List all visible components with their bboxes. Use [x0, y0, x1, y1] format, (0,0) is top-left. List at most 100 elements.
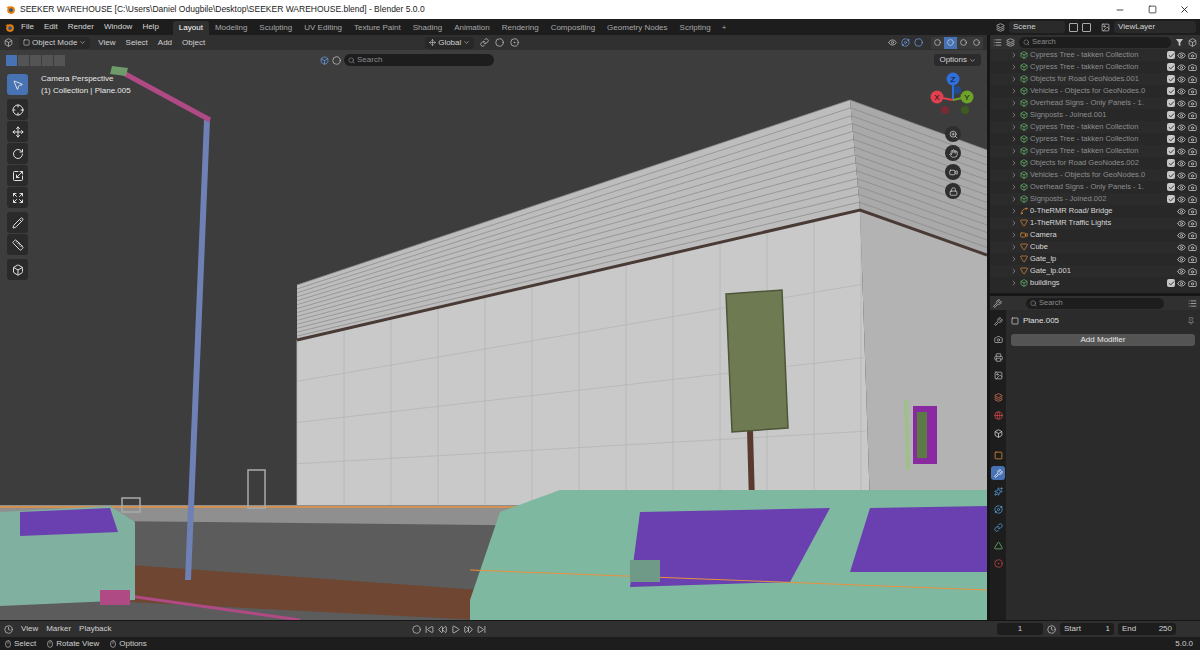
- expand-icon[interactable]: [1010, 135, 1018, 143]
- current-frame-field[interactable]: 1: [997, 623, 1043, 635]
- playback-icon[interactable]: [438, 625, 447, 634]
- timeline-menu-item[interactable]: Marker: [46, 623, 71, 635]
- exclude-checkbox[interactable]: [1167, 279, 1175, 287]
- properties-tab[interactable]: [991, 556, 1005, 570]
- expand-icon[interactable]: [1010, 159, 1018, 167]
- outliner-row[interactable]: Objects for Road GeoNodes.001: [990, 73, 1200, 85]
- properties-tab[interactable]: [991, 332, 1005, 346]
- tool-button[interactable]: [7, 143, 28, 164]
- eye-icon[interactable]: [1177, 99, 1186, 108]
- expand-icon[interactable]: [1010, 171, 1018, 179]
- tool-button[interactable]: [7, 121, 28, 142]
- exclude-checkbox[interactable]: [1167, 135, 1175, 143]
- exclude-checkbox[interactable]: [1167, 51, 1175, 59]
- viewport-menu-item[interactable]: View: [96, 37, 117, 49]
- render-camera-icon[interactable]: [1188, 243, 1197, 252]
- expand-icon[interactable]: [1010, 63, 1018, 71]
- render-camera-icon[interactable]: [1188, 279, 1197, 288]
- properties-tab[interactable]: [991, 426, 1005, 440]
- properties-tab[interactable]: [991, 502, 1005, 516]
- exclude-checkbox[interactable]: [1167, 147, 1175, 155]
- orientation-dropdown[interactable]: Global: [425, 37, 474, 49]
- expand-icon[interactable]: [1010, 111, 1018, 119]
- properties-tab[interactable]: [991, 466, 1005, 480]
- outliner-editor-icon[interactable]: [993, 38, 1002, 47]
- render-camera-icon[interactable]: [1188, 75, 1197, 84]
- expand-icon[interactable]: [1010, 219, 1018, 227]
- eye-icon[interactable]: [1177, 75, 1186, 84]
- properties-tab[interactable]: [991, 448, 1005, 462]
- snap-icon[interactable]: [495, 38, 504, 47]
- expand-icon[interactable]: [1010, 147, 1018, 155]
- tool-button[interactable]: [7, 234, 28, 255]
- render-camera-icon[interactable]: [1188, 195, 1197, 204]
- outliner-row[interactable]: Camera: [990, 229, 1200, 241]
- properties-editor-icon[interactable]: [993, 299, 1002, 308]
- viewport-scene[interactable]: [0, 50, 987, 620]
- end-frame-field[interactable]: End250: [1118, 623, 1176, 635]
- outliner-row[interactable]: Objects for Road GeoNodes.002: [990, 157, 1200, 169]
- expand-icon[interactable]: [1010, 243, 1018, 251]
- outliner-row[interactable]: Vehicles - Objects for GeoNodes.0: [990, 85, 1200, 97]
- exclude-checkbox[interactable]: [1167, 183, 1175, 191]
- gizmo-toggle-icon[interactable]: [901, 38, 910, 47]
- outliner-row[interactable]: Cypress Tree - takken Collection: [990, 49, 1200, 61]
- render-camera-icon[interactable]: [1188, 207, 1197, 216]
- outliner-search-input[interactable]: [1032, 36, 1167, 47]
- expand-icon[interactable]: [1010, 255, 1018, 263]
- exclude-checkbox[interactable]: [1167, 75, 1175, 83]
- display-mode-icon[interactable]: [1006, 38, 1015, 47]
- expand-icon[interactable]: [1010, 231, 1018, 239]
- render-camera-icon[interactable]: [1188, 159, 1197, 168]
- expand-icon[interactable]: [1010, 207, 1018, 215]
- viewport-menu-item[interactable]: Add: [156, 37, 174, 49]
- visibility-icon[interactable]: [888, 38, 897, 47]
- editor-type-icon[interactable]: [4, 38, 13, 47]
- eye-icon[interactable]: [1177, 111, 1186, 120]
- outliner-row[interactable]: Signposts - Joined.002: [990, 193, 1200, 205]
- render-camera-icon[interactable]: [1188, 99, 1197, 108]
- record-icon[interactable]: [412, 625, 421, 634]
- properties-tab[interactable]: [991, 390, 1005, 404]
- view-layer-selector[interactable]: ViewLayer: [1114, 21, 1196, 33]
- expand-icon[interactable]: [1010, 87, 1018, 95]
- scene-selector[interactable]: Scene: [1009, 21, 1065, 33]
- render-camera-icon[interactable]: [1188, 255, 1197, 264]
- shading-button[interactable]: [957, 37, 970, 49]
- eye-icon[interactable]: [1177, 267, 1186, 276]
- minimize-button[interactable]: [1104, 0, 1136, 19]
- navigation-gizmo[interactable]: ZXY: [927, 70, 979, 120]
- options-icon[interactable]: [1188, 299, 1197, 308]
- eye-icon[interactable]: [1177, 159, 1186, 168]
- pin-icon[interactable]: [1187, 317, 1195, 325]
- outliner-row[interactable]: Cypress Tree - takken Collection: [990, 121, 1200, 133]
- render-camera-icon[interactable]: [1188, 183, 1197, 192]
- render-camera-icon[interactable]: [1188, 87, 1197, 96]
- eye-icon[interactable]: [1177, 219, 1186, 228]
- tool-button[interactable]: [7, 259, 28, 280]
- object-type-icon[interactable]: [320, 56, 329, 65]
- navigation-button[interactable]: [945, 164, 961, 180]
- workspace-tab[interactable]: Layout: [173, 21, 209, 35]
- menu-item[interactable]: Render: [68, 21, 94, 33]
- delete-scene-icon[interactable]: [1082, 23, 1091, 32]
- menu-item[interactable]: File: [21, 21, 34, 33]
- proportional-edit-icon[interactable]: [510, 38, 519, 47]
- eye-icon[interactable]: [1177, 123, 1186, 132]
- expand-icon[interactable]: [1010, 123, 1018, 131]
- selection-mode-button[interactable]: [54, 55, 65, 66]
- expand-icon[interactable]: [1010, 267, 1018, 275]
- workspace-tab[interactable]: Compositing: [545, 21, 601, 35]
- axis-handle[interactable]: Z: [947, 73, 960, 101]
- exclude-checkbox[interactable]: [1167, 195, 1175, 203]
- exclude-checkbox[interactable]: [1167, 63, 1175, 71]
- playback-icon[interactable]: [451, 625, 460, 634]
- viewport-search-field[interactable]: [344, 54, 494, 66]
- workspace-tab[interactable]: Shading: [407, 21, 448, 35]
- eye-icon[interactable]: [1177, 231, 1186, 240]
- properties-tab[interactable]: [991, 408, 1005, 422]
- menu-item[interactable]: Edit: [44, 21, 58, 33]
- expand-icon[interactable]: [1010, 99, 1018, 107]
- expand-icon[interactable]: [1010, 195, 1018, 203]
- eye-icon[interactable]: [1177, 279, 1186, 288]
